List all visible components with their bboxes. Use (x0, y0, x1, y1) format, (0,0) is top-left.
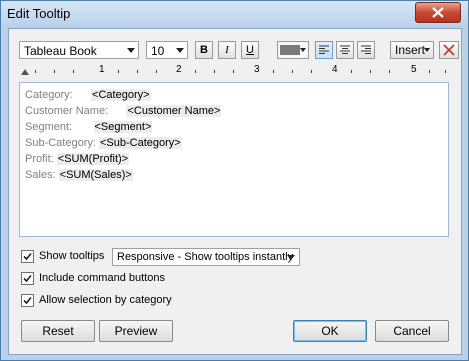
color-swatch-icon (280, 45, 300, 55)
line-label: Sales: (25, 169, 56, 181)
field-token: <SUM(Sales)> (58, 169, 133, 181)
chevron-down-icon (176, 48, 184, 53)
editor-line: Category: <Category> (25, 89, 151, 101)
indent-marker-icon[interactable] (21, 69, 29, 75)
italic-button[interactable]: I (218, 41, 236, 59)
ruler-number: 5 (411, 64, 417, 75)
close-button[interactable] (415, 2, 461, 23)
editor-line: Profit: <SUM(Profit)> (25, 153, 130, 165)
show-tooltips-label: Show tooltips (39, 250, 105, 262)
font-family-value: Tableau Book (24, 44, 97, 58)
align-left-icon (319, 45, 329, 54)
font-size-select[interactable]: 10 (146, 41, 188, 59)
clear-button[interactable] (439, 41, 459, 59)
font-family-select[interactable]: Tableau Book (19, 41, 139, 59)
dialog-title: Edit Tooltip (7, 6, 71, 21)
line-label: Segment: (25, 121, 73, 133)
include-command-buttons-label: Include command buttons (39, 272, 165, 284)
ruler-number: 4 (332, 64, 338, 75)
field-token: <Sub-Category> (99, 137, 182, 149)
checkmark-icon (23, 274, 32, 283)
field-token: <Segment> (93, 121, 153, 133)
reset-button[interactable]: Reset (21, 320, 95, 342)
allow-selection-label: Allow selection by category (39, 294, 172, 306)
align-left-button[interactable] (315, 41, 333, 59)
align-center-icon (340, 45, 350, 54)
insert-label: Insert (395, 43, 426, 57)
cancel-button[interactable]: Cancel (375, 320, 449, 342)
chevron-down-icon (287, 255, 295, 260)
bold-button[interactable]: B (195, 41, 213, 59)
line-label: Profit: (25, 153, 54, 165)
tooltip-editor[interactable]: Category: <Category> Customer Name: <Cus… (19, 82, 449, 237)
editor-line: Customer Name: <Customer Name> (25, 105, 222, 117)
chevron-down-icon (300, 48, 306, 52)
tooltip-mode-value: Responsive - Show tooltips instantly (117, 251, 294, 263)
ruler: 1 2 3 4 5 (21, 64, 449, 78)
line-label: Customer Name: (25, 105, 109, 117)
field-token: <Category> (91, 89, 151, 101)
ruler-number: 2 (176, 64, 182, 75)
line-label: Category: (25, 89, 73, 101)
ruler-number: 1 (99, 64, 105, 75)
dialog-body: Tableau Book 10 B I U Insert 1 2 3 4 5 C… (8, 28, 462, 355)
insert-button[interactable]: Insert (390, 41, 434, 59)
editor-line: Sales: <SUM(Sales)> (25, 169, 133, 181)
editor-line: Sub-Category: <Sub-Category> (25, 137, 182, 149)
font-size-value: 10 (151, 44, 165, 58)
align-right-button[interactable] (357, 41, 375, 59)
include-command-buttons-checkbox[interactable] (21, 272, 34, 285)
title-bar: Edit Tooltip (1, 1, 468, 27)
allow-selection-checkbox[interactable] (21, 294, 34, 307)
edit-tooltip-dialog: Edit Tooltip Tableau Book 10 B I U Inser… (0, 0, 469, 361)
align-center-button[interactable] (336, 41, 354, 59)
checkmark-icon (23, 252, 32, 261)
line-label: Sub-Category: (25, 137, 96, 149)
close-icon (432, 7, 444, 18)
text-color-picker[interactable] (277, 41, 309, 59)
ruler-number: 3 (254, 64, 260, 75)
preview-button[interactable]: Preview (99, 320, 173, 342)
chevron-down-icon (424, 48, 430, 52)
ok-button[interactable]: OK (293, 320, 367, 342)
field-token: <Customer Name> (126, 105, 222, 117)
align-right-icon (361, 45, 371, 54)
checkmark-icon (23, 296, 32, 305)
tooltip-mode-select[interactable]: Responsive - Show tooltips instantly (112, 248, 300, 266)
clear-x-icon (443, 44, 455, 56)
underline-button[interactable]: U (241, 41, 259, 59)
editor-line: Segment: <Segment> (25, 121, 153, 133)
chevron-down-icon (127, 48, 135, 53)
show-tooltips-checkbox[interactable] (21, 250, 34, 263)
field-token: <SUM(Profit)> (56, 153, 130, 165)
